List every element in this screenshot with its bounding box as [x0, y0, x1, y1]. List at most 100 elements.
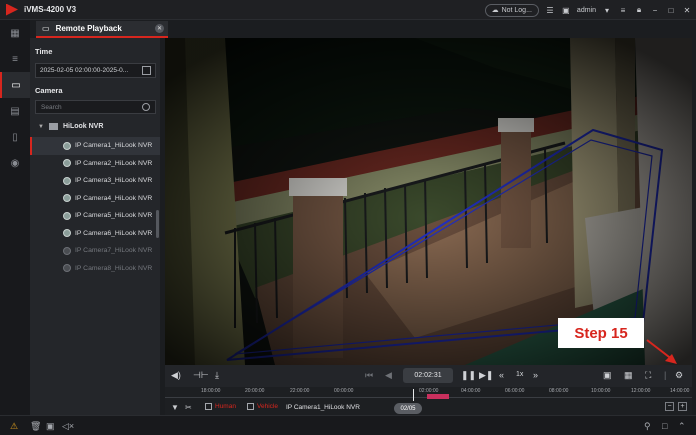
prev-frame-icon[interactable]: ⏮	[365, 370, 373, 381]
camera-item[interactable]: IP Camera6_HiLook NVR	[30, 225, 160, 243]
mute-icon[interactable]: ◁×	[62, 421, 74, 432]
camera-icon	[63, 246, 71, 255]
time-range-field[interactable]: 2025-02-05 02:00:00-2025-0...	[35, 63, 156, 78]
filter-row: ▼ ✂ Human Vehicle IP Camera1_HiLook NVR …	[165, 401, 692, 415]
pause-icon[interactable]: ❚❚	[461, 370, 476, 381]
panel-scrollbar[interactable]	[156, 210, 159, 238]
more-menu-icon[interactable]: ≡	[618, 5, 628, 15]
module-grid-icon[interactable]: ▦	[0, 20, 30, 46]
app-title: iVMS-4200 V3	[24, 5, 77, 14]
scissors-icon[interactable]: ✂	[185, 403, 192, 412]
slow-down-icon[interactable]: «	[499, 370, 504, 380]
camera-icon	[63, 194, 71, 203]
tab-close-icon[interactable]: ✕	[155, 24, 164, 33]
playback-timeline[interactable]: 18:00:00 20:00:00 22:00:00 00:00:00 02:0…	[165, 387, 692, 401]
module-menu-icon[interactable]: ≡	[0, 46, 30, 72]
camera-item[interactable]: IP Camera1_HiLook NVR	[30, 137, 160, 155]
close-icon[interactable]: ✕	[682, 5, 692, 15]
window-icon[interactable]: □	[662, 421, 667, 431]
module-event-icon[interactable]: ◉	[0, 150, 30, 176]
login-status-button[interactable]: ☁ Not Log...	[484, 3, 539, 17]
camera-item[interactable]: IP Camera8_HiLook NVR	[30, 260, 160, 278]
camera-section-title: Camera	[35, 86, 63, 95]
vehicle-filter-checkbox[interactable]: Vehicle	[247, 403, 278, 410]
camera-label: IP Camera2_HiLook NVR	[75, 159, 153, 167]
time-range-value: 2025-02-05 02:00:00-2025-0...	[40, 67, 129, 74]
camera-label: IP Camera5_HiLook NVR	[75, 212, 153, 220]
user-menu[interactable]: admin	[577, 7, 596, 14]
zoom-out-icon[interactable]: −	[665, 402, 674, 411]
video-playback-view[interactable]: Step 15	[165, 38, 692, 365]
camera-icon	[63, 141, 71, 150]
date-badge[interactable]: 02/05	[394, 403, 422, 414]
zoom-in-icon[interactable]: +	[678, 402, 687, 411]
calendar-icon[interactable]	[142, 66, 151, 75]
tab-remote-playback[interactable]: ▭ Remote Playback ✕	[36, 21, 168, 38]
playhead[interactable]	[413, 389, 414, 401]
playback-speed[interactable]: 1x	[516, 371, 523, 378]
speed-up-icon[interactable]: »	[533, 370, 538, 380]
warning-icon[interactable]: ⚠	[10, 421, 18, 432]
camera-icon	[63, 264, 71, 273]
clip-icon[interactable]: ⊣⊢	[193, 370, 209, 381]
module-storage-icon[interactable]: ▤	[0, 98, 30, 124]
timeline-tick: 20:00:00	[245, 388, 265, 394]
grid-layout-icon[interactable]: ▦	[624, 370, 633, 381]
camera-item[interactable]: IP Camera5_HiLook NVR	[30, 207, 160, 225]
camera-search-input[interactable]: Search	[35, 100, 156, 114]
timeline-tick: 14:00:00	[670, 388, 690, 394]
camera-icon	[63, 229, 71, 238]
module-device-icon[interactable]: ▯	[0, 124, 30, 150]
camera-list: IP Camera1_HiLook NVR IP Camera2_HiLook …	[30, 137, 160, 277]
time-section-title: Time	[35, 47, 53, 56]
timeline-tick: 00:00:00	[334, 388, 354, 394]
chevron-down-icon[interactable]: ▾	[602, 5, 612, 15]
camera-icon	[63, 211, 71, 220]
camera-item[interactable]: IP Camera2_HiLook NVR	[30, 155, 160, 173]
module-sidebar: ▦ ≡ ▭ ▤ ▯ ◉	[0, 20, 30, 415]
timeline-tick: 04:00:00	[461, 388, 481, 394]
app-logo-icon	[6, 3, 18, 16]
checkbox-icon[interactable]	[247, 403, 254, 410]
module-playback-icon[interactable]: ▭	[0, 72, 30, 98]
human-filter-label: Human	[215, 403, 236, 410]
recording-segment[interactable]	[427, 394, 449, 399]
fullscreen-icon[interactable]: ⛶	[645, 370, 651, 381]
minimize-icon[interactable]: −	[650, 5, 660, 15]
image-icon[interactable]: ▣	[46, 421, 55, 432]
camera-label: IP Camera7_HiLook NVR	[75, 247, 153, 255]
lock-icon[interactable]: 🔒︎	[634, 5, 644, 15]
maximize-icon[interactable]: □	[666, 5, 676, 15]
window-layout-icon[interactable]: ▣	[603, 370, 612, 381]
camera-icon	[63, 159, 71, 168]
playback-tab-icon: ▭	[42, 24, 50, 33]
settings-gear-icon[interactable]: ⚙	[675, 370, 683, 381]
camera-item[interactable]: IP Camera7_HiLook NVR	[30, 242, 160, 260]
camera-label: IP Camera4_HiLook NVR	[75, 194, 153, 202]
human-filter-checkbox[interactable]: Human	[205, 403, 236, 410]
camera-item[interactable]: IP Camera4_HiLook NVR	[30, 190, 160, 208]
timeline-tick: 08:00:00	[549, 388, 569, 394]
tree-node-nvr[interactable]: ▼ HiLook NVR	[38, 123, 103, 130]
collapse-up-icon[interactable]: ⌃	[678, 421, 686, 432]
camera-item[interactable]: IP Camera3_HiLook NVR	[30, 172, 160, 190]
filter-icon[interactable]: ▼	[171, 403, 179, 412]
camera-label: IP Camera6_HiLook NVR	[75, 229, 153, 237]
timeline-tick: 12:00:00	[631, 388, 651, 394]
search-icon[interactable]	[142, 103, 150, 111]
volume-icon[interactable]: ◀)	[171, 370, 181, 381]
vehicle-filter-label: Vehicle	[257, 403, 278, 410]
chevron-down-icon[interactable]: ▼	[38, 124, 44, 130]
image-icon[interactable]: ▣	[561, 5, 571, 15]
checkbox-icon[interactable]	[205, 403, 212, 410]
pin-icon[interactable]: ⚲	[644, 421, 651, 432]
current-time-display[interactable]: 02:02:31	[403, 368, 453, 383]
camera-label: IP Camera3_HiLook NVR	[75, 177, 153, 185]
trash-icon[interactable]: 🗑︎	[30, 421, 41, 432]
timeline-tick: 10:00:00	[591, 388, 611, 394]
reverse-play-icon[interactable]: ◀	[385, 370, 392, 381]
playback-control-bar: ◀) ⊣⊢ ⤓ ⏮ ◀ 02:02:31 ❚❚ ▶❚ « 1x » ▣ ▦ ⛶ …	[165, 365, 692, 387]
menu-list-icon[interactable]: ☰	[545, 5, 555, 15]
next-frame-icon[interactable]: ▶❚	[479, 370, 493, 381]
download-icon[interactable]: ⤓	[215, 370, 219, 381]
